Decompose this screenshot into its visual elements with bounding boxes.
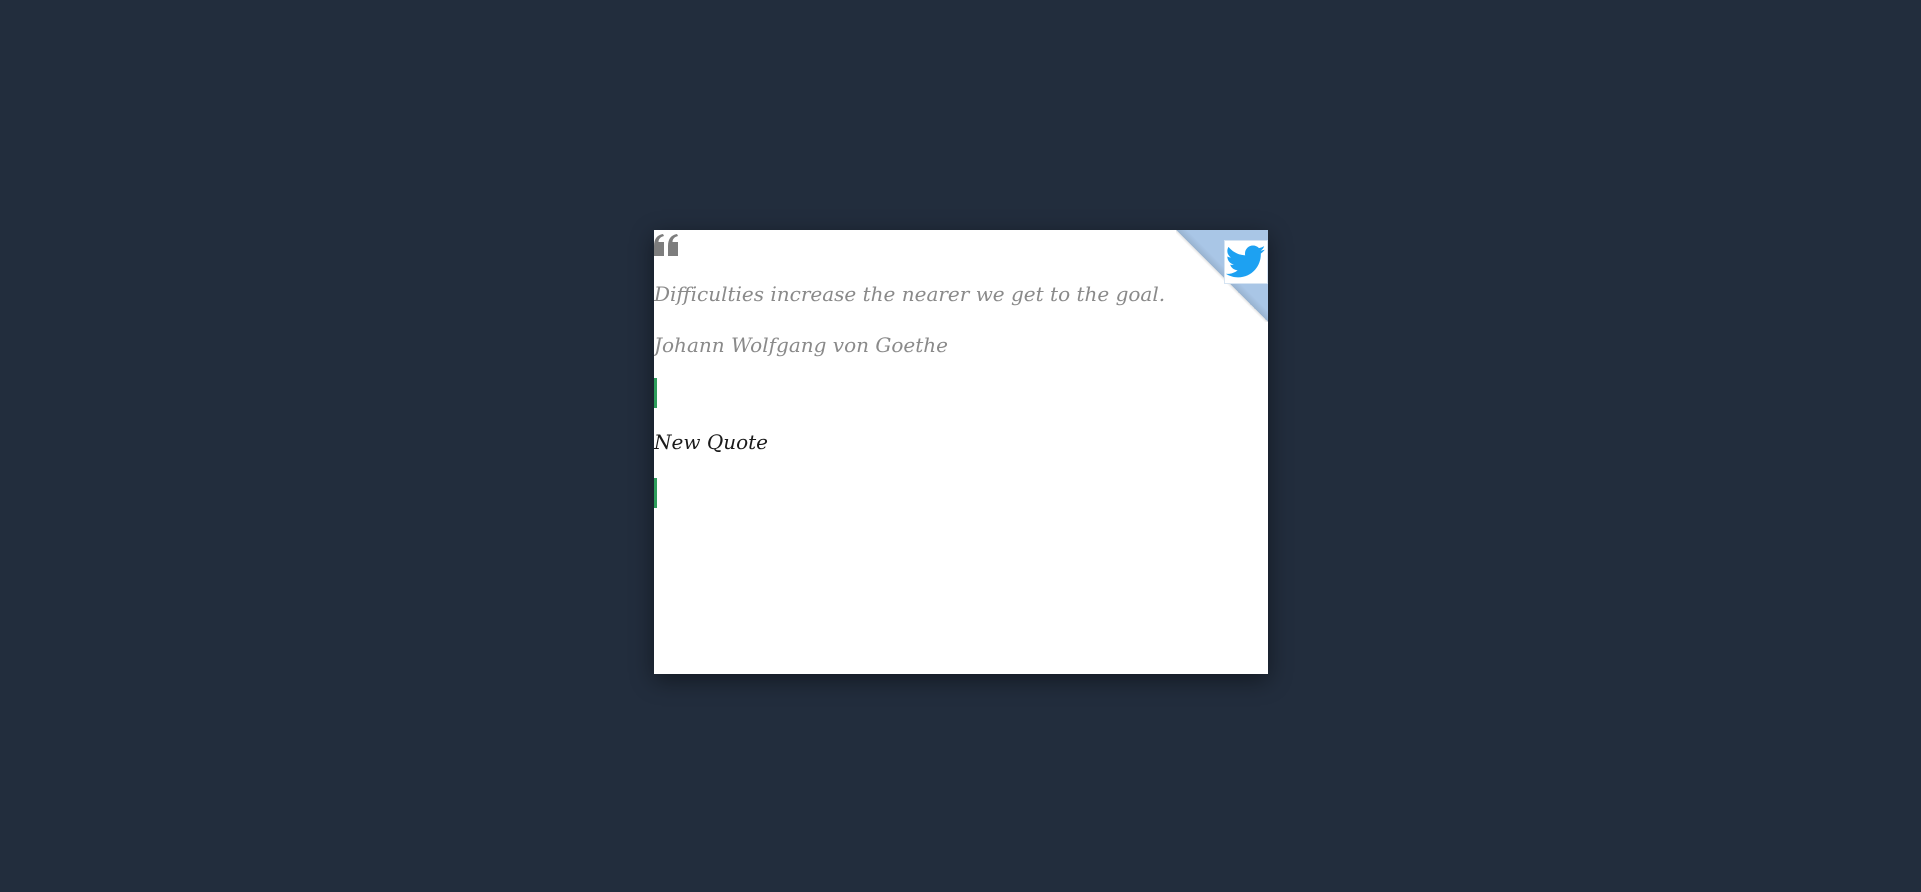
- page-background: Difficulties increase the nearer we get …: [0, 0, 1921, 892]
- quote-author: Johann Wolfgang von Goethe: [654, 333, 948, 357]
- new-quote-button[interactable]: New Quote: [654, 430, 768, 454]
- quote-text: Difficulties increase the nearer we get …: [654, 282, 1166, 306]
- quote-card: Difficulties increase the nearer we get …: [654, 230, 1268, 674]
- twitter-bird-icon: [1226, 245, 1266, 278]
- accent-bar-top: [654, 378, 657, 408]
- tweet-button[interactable]: [1224, 240, 1268, 284]
- quote-left-icon: [654, 234, 678, 256]
- accent-bar-bottom: [654, 478, 657, 508]
